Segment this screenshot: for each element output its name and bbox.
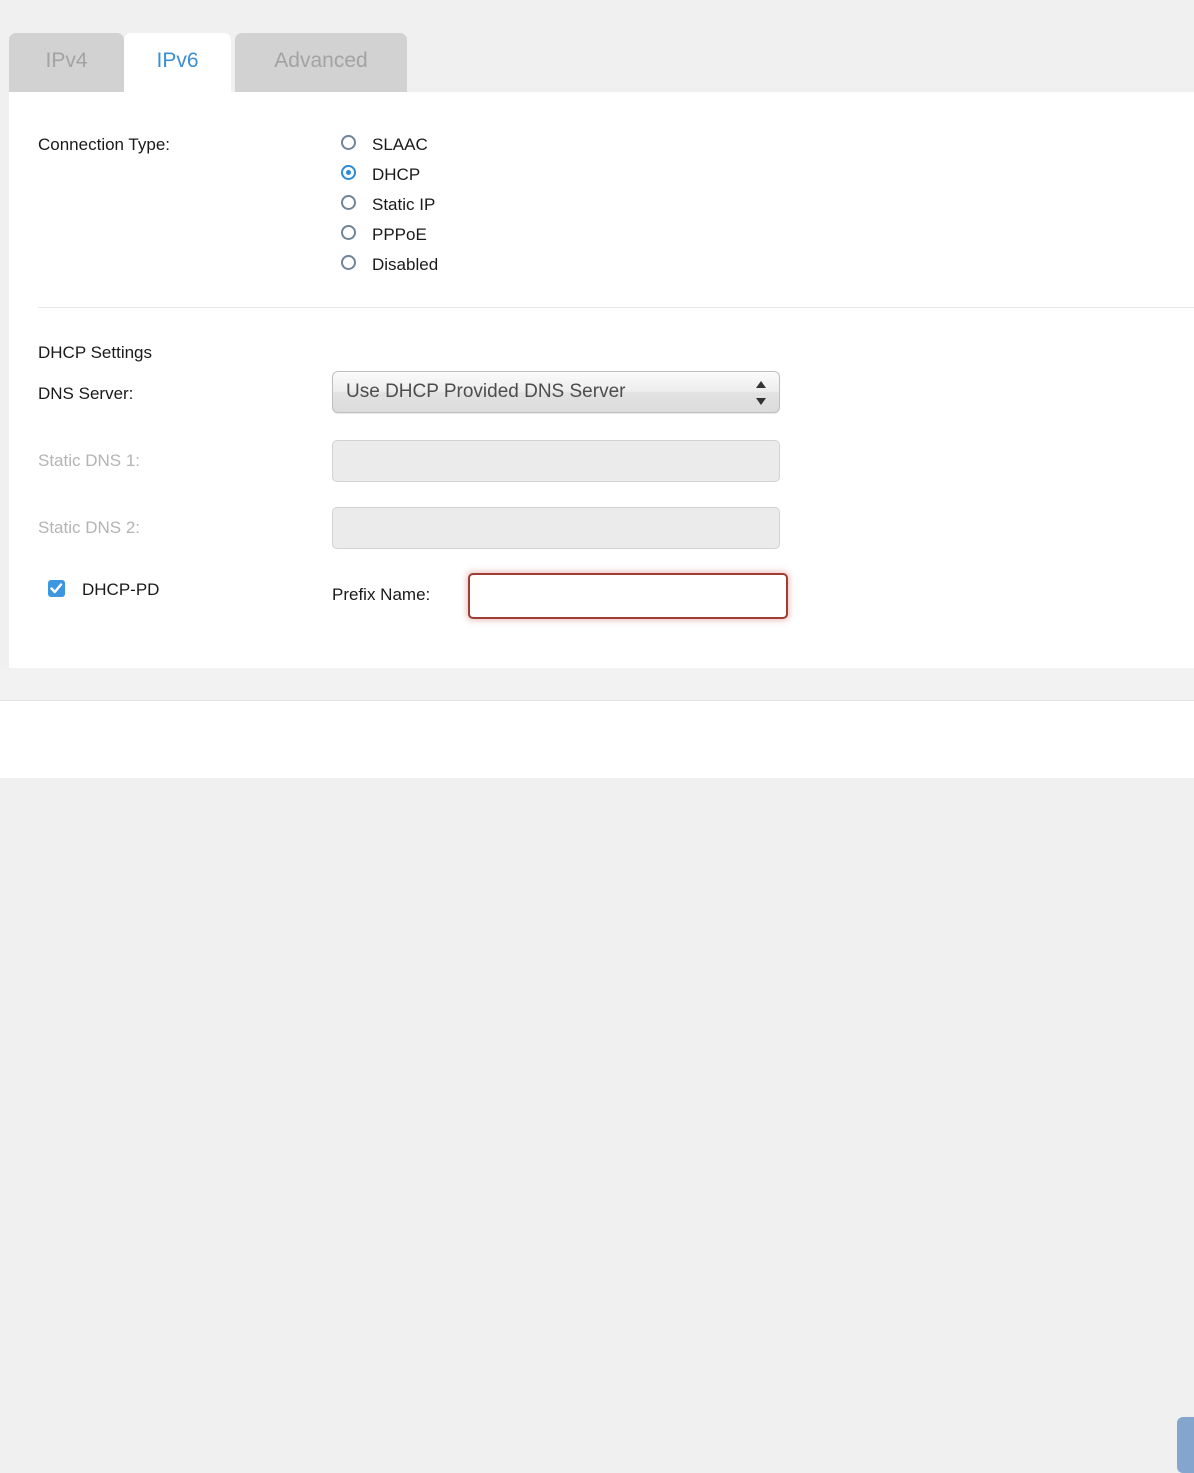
tab-ipv4-label: IPv4	[45, 49, 88, 72]
radio-icon-disabled	[341, 255, 356, 270]
footer-area	[0, 701, 1194, 1473]
radio-label-static-ip: Static IP	[372, 195, 436, 214]
dns-server-select[interactable]: Use DHCP Provided DNS Server	[332, 371, 780, 413]
static-dns-1-input[interactable]	[332, 440, 780, 482]
prefix-name-input[interactable]	[468, 573, 788, 619]
radio-label-dhcp: DHCP	[372, 165, 421, 184]
ipv6-settings-panel: Connection Type: SLAAC DHCP Static IP PP…	[9, 92, 1194, 668]
radio-icon-dhcp	[341, 165, 356, 180]
dns-server-select-box[interactable]: Use DHCP Provided DNS Server	[332, 371, 780, 413]
static-dns-2-label: Static DNS 2:	[38, 518, 141, 537]
footer-separator-band	[0, 668, 1194, 701]
static-dns-1-label: Static DNS 1:	[38, 451, 141, 470]
tab-bar: IPv4 IPv6 Advanced	[0, 0, 1194, 93]
radio-label-pppoe: PPPoE	[372, 225, 427, 244]
radio-icon-static-ip	[341, 195, 356, 210]
tab-ipv4[interactable]: IPv4	[9, 33, 124, 92]
radio-label-disabled: Disabled	[372, 255, 439, 274]
connection-type-label: Connection Type:	[38, 135, 170, 154]
checkbox-checked-icon	[48, 580, 65, 597]
dhcp-pd-label: DHCP-PD	[82, 580, 160, 599]
edge-action-button[interactable]	[1177, 1417, 1194, 1473]
dhcp-settings-title: DHCP Settings	[38, 343, 153, 362]
dns-server-selected-value: Use DHCP Provided DNS Server	[346, 381, 626, 402]
radio-label-slaac: SLAAC	[372, 135, 428, 154]
chevron-updown-icon	[756, 381, 767, 405]
tab-ipv6-label: IPv6	[156, 49, 199, 72]
static-dns-2-input[interactable]	[332, 507, 780, 549]
radio-icon-pppoe	[341, 225, 356, 240]
radio-icon-slaac	[341, 135, 356, 150]
tab-ipv6[interactable]: IPv6	[124, 33, 231, 93]
section-divider	[38, 307, 1194, 308]
panel-left-gutter	[0, 92, 9, 668]
tab-advanced[interactable]: Advanced	[235, 33, 407, 92]
dns-server-label: DNS Server:	[38, 384, 134, 403]
tab-advanced-label: Advanced	[274, 49, 368, 72]
prefix-name-label: Prefix Name:	[332, 585, 431, 604]
